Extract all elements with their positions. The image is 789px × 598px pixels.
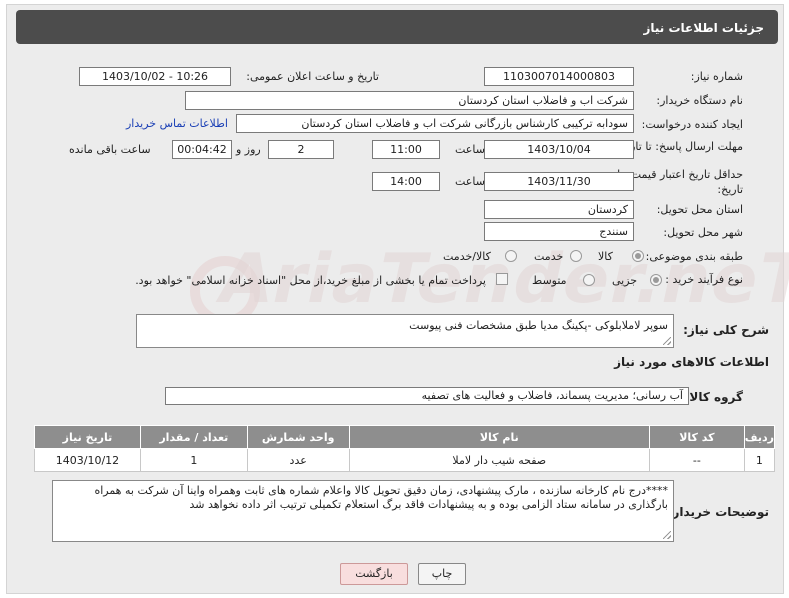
requester-label: ایجاد کننده درخواست: bbox=[641, 118, 743, 131]
cell-need-date: 1403/10/12 bbox=[34, 448, 141, 472]
purchase-option-minor: جزیی bbox=[612, 274, 638, 287]
page-header: جزئیات اطلاعات نیاز bbox=[16, 10, 778, 44]
col-header-unit: واحد شمارش bbox=[246, 425, 350, 449]
cell-goods-name: صفحه شیب دار لاملا bbox=[348, 448, 650, 472]
validity-date-field: 1403/11/30 bbox=[484, 172, 634, 191]
back-button[interactable]: بازگشت bbox=[340, 563, 408, 585]
buyer-notes-text: ****درج نام کارخانه سازنده ، مارک پیشنها… bbox=[94, 484, 668, 511]
category-label: طبقه بندی موضوعی: bbox=[645, 250, 743, 263]
table-header-row: ردیف کد کالا نام کالا واحد شمارش تعداد /… bbox=[34, 425, 776, 449]
days-label: روز و bbox=[236, 143, 261, 156]
col-header-goods-code: کد کالا bbox=[648, 425, 745, 449]
buyer-notes-field: ****درج نام کارخانه سازنده ، مارک پیشنها… bbox=[52, 480, 674, 542]
category-radio-service[interactable] bbox=[570, 250, 582, 262]
col-header-quantity: تعداد / مقدار bbox=[139, 425, 248, 449]
remaining-label: ساعت باقی مانده bbox=[69, 143, 151, 156]
goods-table: ردیف کد کالا نام کالا واحد شمارش تعداد /… bbox=[34, 425, 776, 472]
buyer-org-field: شرکت اب و فاضلاب استان کردستان bbox=[185, 91, 634, 110]
cell-row-number: 1 bbox=[743, 448, 776, 472]
treasury-note: پرداخت تمام یا بخشی از مبلغ خرید،از محل … bbox=[135, 274, 486, 287]
print-button[interactable]: چاپ bbox=[418, 563, 466, 585]
buyer-org-label: نام دستگاه خریدار: bbox=[656, 94, 743, 107]
category-option-service: خدمت bbox=[534, 250, 564, 263]
province-field: کردستان bbox=[484, 200, 634, 219]
cell-goods-code: -- bbox=[648, 448, 745, 472]
table-row: 1 -- صفحه شیب دار لاملا عدد 1 1403/10/12 bbox=[34, 448, 776, 472]
need-summary-field: سوپر لاملابلوکی -پکینگ مدیا طبق مشخصات ف… bbox=[136, 314, 674, 348]
buyer-notes-label: توضیحات خریدار: bbox=[667, 505, 769, 519]
treasury-checkbox[interactable] bbox=[496, 273, 508, 285]
purchase-type-label: نوع فرآیند خرید : bbox=[665, 273, 743, 286]
days-field: 2 bbox=[268, 140, 334, 159]
purchase-radio-medium[interactable] bbox=[583, 274, 595, 286]
deadline-date-field: 1403/10/04 bbox=[484, 140, 634, 159]
category-radio-goods-service[interactable] bbox=[505, 250, 517, 262]
buyer-contact-link[interactable]: اطلاعات تماس خریدار bbox=[126, 117, 228, 130]
resize-grip-icon[interactable] bbox=[663, 337, 671, 345]
need-number-field: 1103007014000803 bbox=[484, 67, 634, 86]
need-summary-label: شرح کلی نیاز: bbox=[683, 323, 769, 337]
need-summary-text: سوپر لاملابلوکی -پکینگ مدیا طبق مشخصات ف… bbox=[409, 319, 668, 332]
province-label: استان محل تحویل: bbox=[656, 203, 743, 216]
deadline-time-label: ساعت bbox=[455, 143, 485, 156]
requester-field: سودابه ترکیبی کارشناس بازرگانی شرکت اب و… bbox=[236, 114, 634, 133]
remaining-time-field: 00:04:42 bbox=[172, 140, 232, 159]
category-option-goods-service: کالا/خدمت bbox=[443, 250, 491, 263]
page-title: جزئیات اطلاعات نیاز bbox=[643, 21, 764, 35]
need-number-label: شماره نیاز: bbox=[690, 70, 743, 83]
category-option-goods: کالا bbox=[598, 250, 613, 263]
city-field: سنندج bbox=[484, 222, 634, 241]
col-header-need-date: تاریخ نیاز bbox=[34, 425, 141, 449]
category-radio-goods[interactable] bbox=[632, 250, 644, 262]
announce-datetime-field: 1403/10/02 - 10:26 bbox=[79, 67, 231, 86]
announce-datetime-label: تاریخ و ساعت اعلان عمومی: bbox=[246, 70, 379, 83]
deadline-time-field: 11:00 bbox=[372, 140, 440, 159]
purchase-radio-minor[interactable] bbox=[650, 274, 662, 286]
col-header-row-number: ردیف bbox=[743, 425, 776, 449]
resize-grip-icon[interactable] bbox=[663, 531, 671, 539]
col-header-goods-name: نام کالا bbox=[348, 425, 650, 449]
goods-info-heading: اطلاعات کالاهای مورد نیاز bbox=[614, 355, 769, 369]
validity-time-label: ساعت bbox=[455, 175, 485, 188]
validity-time-field: 14:00 bbox=[372, 172, 440, 191]
goods-group-field: آب رسانی؛ مدیریت پسماند، فاضلاب و فعالیت… bbox=[165, 387, 689, 405]
cell-quantity: 1 bbox=[139, 448, 248, 472]
cell-unit: عدد bbox=[246, 448, 350, 472]
goods-group-label: گروه کالا: bbox=[684, 390, 743, 404]
city-label: شهر محل تحویل: bbox=[663, 226, 743, 239]
purchase-option-medium: متوسط bbox=[532, 274, 567, 287]
